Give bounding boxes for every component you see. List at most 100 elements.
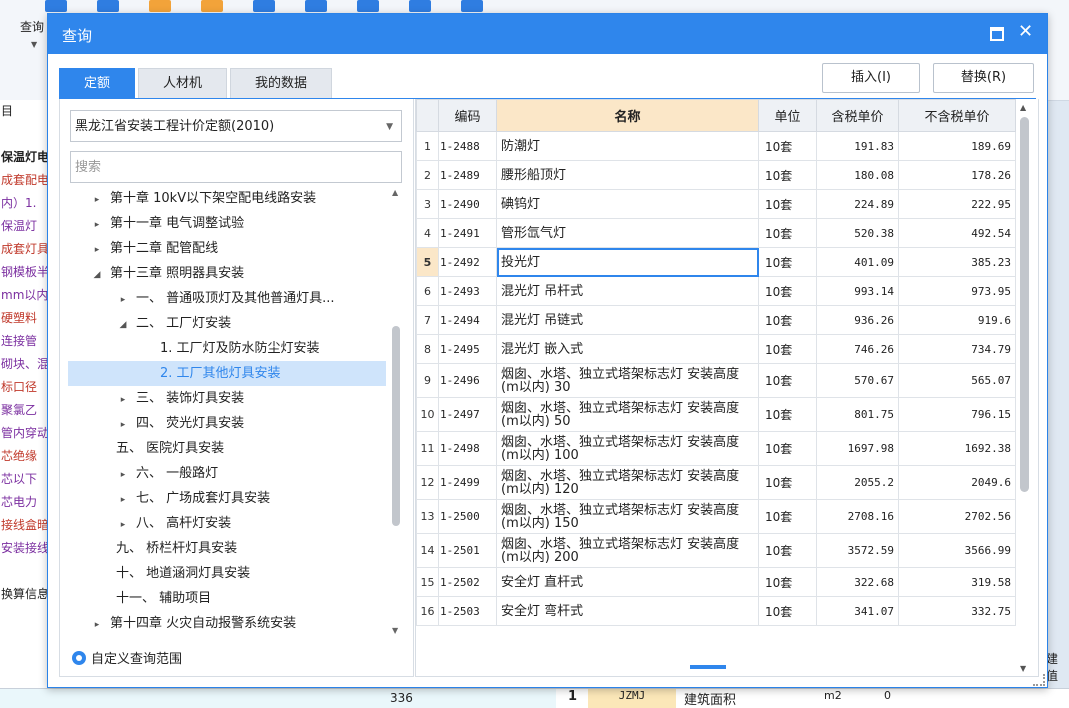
row-code[interactable]: 1-2491 — [438, 218, 497, 248]
scroll-thumb[interactable] — [392, 326, 400, 526]
row-unit[interactable]: 10套 — [758, 465, 817, 500]
row-tax-price[interactable]: 191.83 — [816, 131, 899, 161]
toolbar-icon-4[interactable] — [201, 0, 223, 12]
row-name[interactable]: 烟囱、水塔、独立式塔架标志灯 安装高度(m以内) 100 — [496, 431, 759, 466]
chevron-right-icon[interactable]: ▸ — [116, 513, 130, 536]
background-list-item[interactable]: 钢模板半 — [0, 261, 48, 284]
col-header-unit[interactable]: 单位 — [758, 99, 817, 132]
row-tax-price[interactable]: 322.68 — [816, 567, 899, 597]
background-list-item[interactable]: 保温灯 — [0, 215, 48, 238]
background-list-item[interactable]: mm以内) — [0, 284, 48, 307]
tree-node[interactable]: ▸ 七、 广场成套灯具安装 — [68, 486, 386, 511]
row-name[interactable]: 安全灯 直杆式 — [496, 567, 759, 597]
col-header-code[interactable]: 编码 — [438, 99, 497, 132]
table-row[interactable]: 13 1-2500 烟囱、水塔、独立式塔架标志灯 安装高度(m以内) 150 10套 2… — [416, 499, 1016, 534]
toolbar-icon-6[interactable] — [305, 0, 327, 12]
chevron-right-icon[interactable]: ◢ — [116, 313, 130, 336]
background-list-item[interactable]: 芯电力 — [0, 491, 48, 514]
row-name[interactable]: 烟囱、水塔、独立式塔架标志灯 安装高度(m以内) 30 — [496, 363, 759, 398]
row-code[interactable]: 1-2503 — [438, 596, 497, 626]
row-name[interactable]: 安全灯 弯杆式 — [496, 596, 759, 626]
row-code[interactable]: 1-2489 — [438, 160, 497, 190]
row-code[interactable]: 1-2499 — [438, 465, 497, 500]
background-list-item[interactable]: 管内穿动 — [0, 422, 48, 445]
row-tax-price[interactable]: 224.89 — [816, 189, 899, 219]
row-unit[interactable]: 10套 — [758, 305, 817, 335]
close-icon[interactable]: ✕ — [1018, 21, 1033, 42]
background-list-item[interactable]: 芯绝缘 — [0, 445, 48, 468]
tree-node[interactable]: ▸ 一、 普通吸顶灯及其他普通灯具... — [68, 286, 386, 311]
row-code[interactable]: 1-2500 — [438, 499, 497, 534]
background-list-item[interactable]: 芯以下 — [0, 468, 48, 491]
chevron-right-icon[interactable]: ▸ — [90, 213, 104, 236]
row-notax-price[interactable]: 919.6 — [898, 305, 1016, 335]
row-tax-price[interactable]: 3572.59 — [816, 533, 899, 568]
row-notax-price[interactable]: 189.69 — [898, 131, 1016, 161]
row-name[interactable]: 烟囱、水塔、独立式塔架标志灯 安装高度(m以内) 50 — [496, 397, 759, 432]
row-name[interactable]: 烟囱、水塔、独立式塔架标志灯 安装高度(m以内) 120 — [496, 465, 759, 500]
toolbar-icon-3[interactable] — [149, 0, 171, 12]
row-value[interactable]: 0 — [884, 689, 891, 702]
tree-node[interactable]: ▸ 第十章 10kV以下架空配电线路安装 — [68, 186, 386, 211]
table-row[interactable]: 16 1-2503 安全灯 弯杆式 10套 341.07 332.75 — [416, 596, 1016, 626]
row-tax-price[interactable]: 993.14 — [816, 276, 899, 306]
row-unit[interactable]: 10套 — [758, 334, 817, 364]
row-code[interactable]: 1-2501 — [438, 533, 497, 568]
tree-node[interactable]: 2. 工厂其他灯具安装 — [68, 361, 386, 386]
table-row[interactable]: 11 1-2498 烟囱、水塔、独立式塔架标志灯 安装高度(m以内) 100 10套 1… — [416, 431, 1016, 466]
toolbar-query-button[interactable]: 查询 — [20, 18, 44, 35]
row-name[interactable]: 烟囱、水塔、独立式塔架标志灯 安装高度(m以内) 150 — [496, 499, 759, 534]
background-list-item[interactable]: 接线盒暗 — [0, 514, 48, 537]
toolbar-icon-2[interactable] — [97, 0, 119, 12]
row-tax-price[interactable]: 341.07 — [816, 596, 899, 626]
row-unit[interactable]: 10套 — [758, 499, 817, 534]
row-notax-price[interactable]: 332.75 — [898, 596, 1016, 626]
replace-button[interactable]: 替换(R) — [933, 63, 1034, 93]
row-name[interactable]: 投光灯 — [496, 247, 759, 277]
row-tax-price[interactable]: 520.38 — [816, 218, 899, 248]
background-list-item[interactable] — [0, 123, 48, 146]
tab-labor-material[interactable]: 人材机 — [138, 68, 228, 99]
row-code[interactable]: 1-2488 — [438, 131, 497, 161]
tree-node[interactable]: ▸ 第十一章 电气调整试验 — [68, 211, 386, 236]
row-code[interactable]: 1-2494 — [438, 305, 497, 335]
row-name[interactable]: 混光灯 吊链式 — [496, 305, 759, 335]
maximize-icon[interactable] — [990, 27, 1004, 41]
row-notax-price[interactable]: 2049.6 — [898, 465, 1016, 500]
chevron-right-icon[interactable]: ▸ — [116, 488, 130, 511]
row-code[interactable]: 1-2502 — [438, 567, 497, 597]
row-name[interactable]: 管形氙气灯 — [496, 218, 759, 248]
grid-scrollbar[interactable]: ▲ ▼ — [1015, 99, 1033, 676]
tree-node[interactable]: 五、 医院灯具安装 — [68, 436, 386, 461]
background-list-item[interactable]: 聚氯乙 — [0, 399, 48, 422]
row-tax-price[interactable]: 746.26 — [816, 334, 899, 364]
tree-scrollbar[interactable]: ▲ ▼ — [390, 186, 402, 641]
tree-node[interactable]: ▸ 三、 装饰灯具安装 — [68, 386, 386, 411]
row-code[interactable]: 1-2490 — [438, 189, 497, 219]
row-tax-price[interactable]: 2055.2 — [816, 465, 899, 500]
row-unit[interactable]: m2 — [824, 689, 842, 702]
col-header-notax-price[interactable]: 不含税单价 — [898, 99, 1016, 132]
row-tax-price[interactable]: 1697.98 — [816, 431, 899, 466]
chevron-right-icon[interactable]: ◢ — [90, 263, 104, 286]
row-code[interactable]: 1-2498 — [438, 431, 497, 466]
quota-select[interactable]: 黑龙江省安装工程计价定额(2010) ▼ — [70, 110, 402, 142]
table-row[interactable]: 14 1-2501 烟囱、水塔、独立式塔架标志灯 安装高度(m以内) 200 10套 3… — [416, 533, 1016, 568]
tree-node[interactable]: ▸ 四、 荧光灯具安装 — [68, 411, 386, 436]
row-notax-price[interactable]: 319.58 — [898, 567, 1016, 597]
background-list-item[interactable]: 安装接线 — [0, 537, 48, 560]
tree-node[interactable]: ◢ 第十三章 照明器具安装 — [68, 261, 386, 286]
row-unit[interactable]: 10套 — [758, 567, 817, 597]
search-input[interactable]: 搜索 — [70, 151, 402, 183]
row-name[interactable]: 混光灯 嵌入式 — [496, 334, 759, 364]
scroll-up-icon[interactable]: ▲ — [392, 188, 398, 197]
table-row[interactable]: 10 1-2497 烟囱、水塔、独立式塔架标志灯 安装高度(m以内) 50 10套 80… — [416, 397, 1016, 432]
tree-node[interactable]: ▸ 第十四章 火灾自动报警系统安装 — [68, 611, 386, 636]
row-code[interactable]: 1-2493 — [438, 276, 497, 306]
row-notax-price[interactable]: 222.95 — [898, 189, 1016, 219]
tree-node[interactable]: ◢ 二、 工厂灯安装 — [68, 311, 386, 336]
table-row[interactable]: 2 1-2489 腰形船顶灯 10套 180.08 178.26 — [416, 160, 1016, 190]
background-list-item[interactable]: 内）1. — [0, 192, 48, 215]
background-list-item[interactable]: 成套配电 — [0, 169, 48, 192]
row-notax-price[interactable]: 178.26 — [898, 160, 1016, 190]
